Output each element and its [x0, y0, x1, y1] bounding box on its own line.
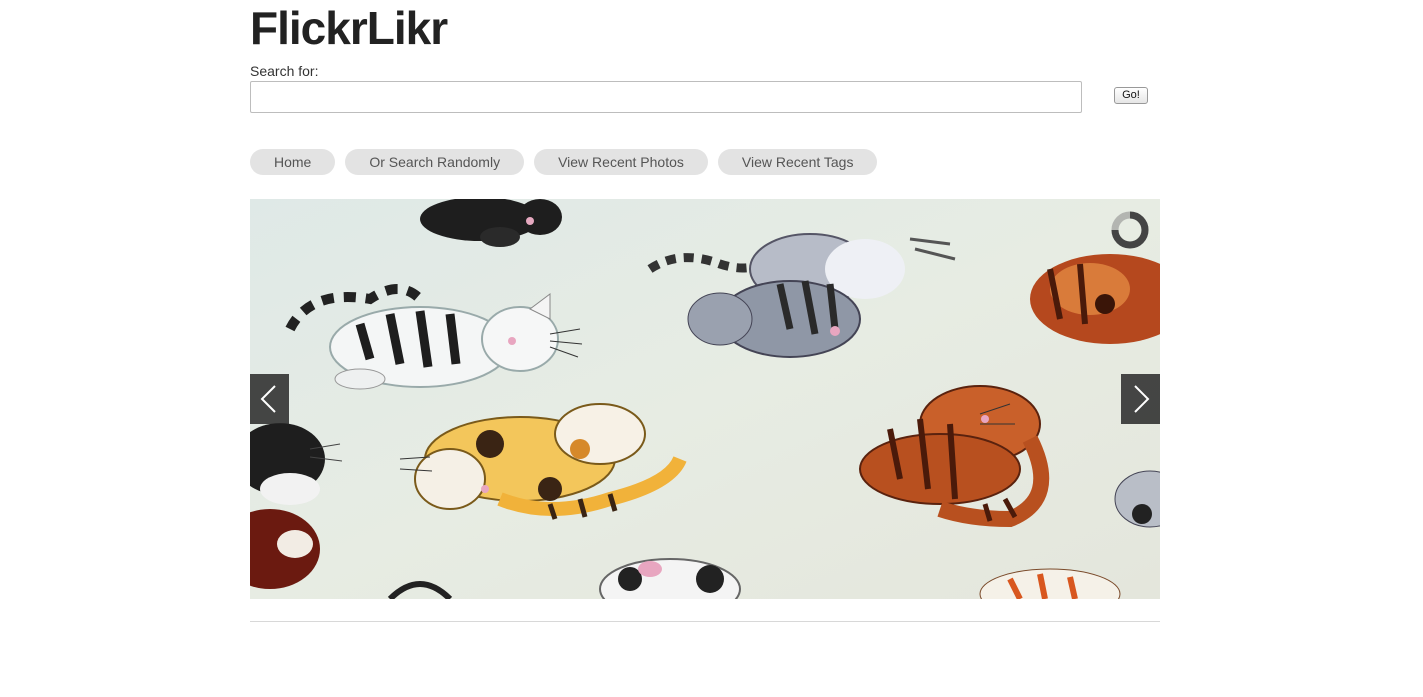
site-title[interactable]: FlickrLikr	[250, 3, 448, 53]
previous-photo-button[interactable]	[250, 374, 289, 424]
nav-search-randomly[interactable]: Or Search Randomly	[345, 149, 525, 175]
nav-view-recent-photos[interactable]: View Recent Photos	[534, 149, 708, 175]
nav-bar: Home Or Search Randomly View Recent Phot…	[250, 149, 878, 175]
search-input[interactable]	[250, 81, 1082, 113]
next-photo-button[interactable]	[1121, 374, 1160, 424]
footer-divider	[250, 621, 1160, 622]
search-label: Search for:	[250, 63, 319, 79]
go-button[interactable]: Go!	[1114, 87, 1148, 104]
slideshow-photo	[250, 199, 1160, 599]
photo-slideshow	[250, 199, 1160, 599]
page: FlickrLikr Search for: Go! Home Or Searc…	[0, 0, 1423, 697]
spinner-icon	[1110, 210, 1150, 250]
nav-view-recent-tags[interactable]: View Recent Tags	[717, 149, 878, 175]
chevron-left-icon	[260, 385, 276, 413]
chevron-right-icon	[1134, 385, 1150, 413]
nav-home[interactable]: Home	[250, 149, 336, 175]
